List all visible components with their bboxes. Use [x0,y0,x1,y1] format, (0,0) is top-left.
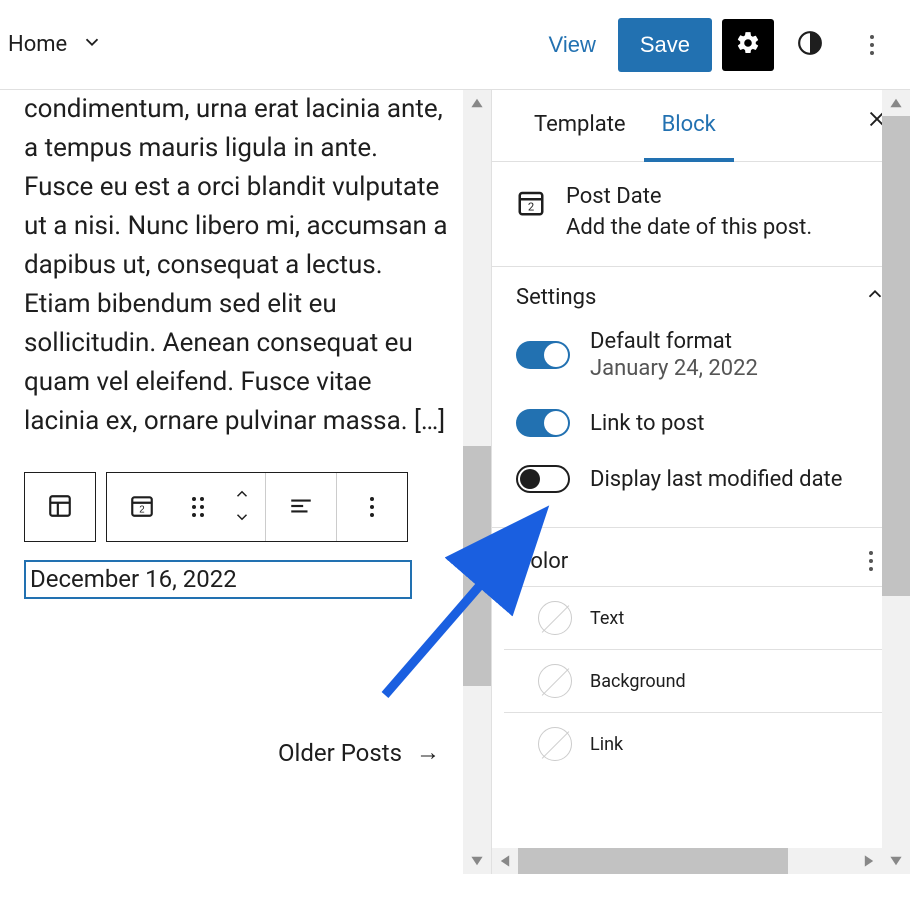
color-text-label: Text [590,608,624,629]
color-text-row[interactable]: Text [504,586,910,649]
arrow-right-icon: → [416,738,440,767]
post-date-block[interactable]: December 16, 2022 [24,560,412,599]
setting-display-modified: Display last modified date [492,451,910,507]
scroll-down-button[interactable] [882,848,910,874]
block-header: 2 Post Date Add the date of this post. [492,162,910,267]
settings-title: Settings [516,285,596,310]
scroll-thumb[interactable] [463,446,491,686]
options-button[interactable] [846,19,898,71]
settings-panel: Settings Default format January 24, 2022… [492,267,910,528]
topbar: Home View Save [0,0,910,90]
hscroll-thumb[interactable] [518,848,788,874]
home-label: Home [8,32,67,57]
chevron-down-icon [81,31,103,59]
color-swatch-empty-icon [538,727,572,761]
move-buttons[interactable] [219,473,265,541]
sidebar-hscrollbar[interactable] [492,848,882,874]
scroll-up-button[interactable] [463,90,491,116]
color-panel: Color Text Background Link [492,528,910,775]
color-background-label: Background [590,671,686,692]
topbar-actions: View Save [537,18,898,72]
scroll-up-button[interactable] [882,90,910,116]
link-to-post-label: Link to post [590,411,704,436]
color-panel-header: Color [492,528,910,586]
editor-pane: condimentum, urna erat lacinia ante, a t… [0,90,491,874]
kebab-icon [370,497,374,517]
default-format-label: Default format [590,329,758,354]
display-modified-label: Display last modified date [590,467,842,492]
sidebar-tabs: Template Block [492,90,910,162]
styles-button[interactable] [784,19,836,71]
drag-icon [192,497,204,517]
scroll-left-button[interactable] [492,848,518,874]
scroll-right-button[interactable] [856,848,882,874]
block-options-button[interactable] [337,473,407,541]
block-title: Post Date [566,184,812,209]
toggle-default-format[interactable] [516,341,570,369]
block-description: Add the date of this post. [566,215,812,240]
kebab-icon [869,551,873,571]
tab-block[interactable]: Block [644,91,734,162]
svg-text:2: 2 [139,504,144,515]
scroll-down-button[interactable] [463,848,491,874]
color-link-label: Link [590,734,623,755]
sidebar: Template Block 2 Post Date Add the date … [491,90,910,874]
color-background-row[interactable]: Background [504,649,910,712]
toggle-display-modified[interactable] [516,465,570,493]
older-posts-link[interactable]: Older Posts → [278,738,440,767]
block-type-button[interactable]: 2 [107,473,177,541]
post-body-text: condimentum, urna erat lacinia ante, a t… [24,90,452,441]
editor-scrollbar[interactable] [463,90,491,874]
parent-block-button[interactable] [25,473,95,541]
gear-icon [735,30,761,59]
toggle-link-to-post[interactable] [516,409,570,437]
tab-template[interactable]: Template [516,91,644,162]
save-button[interactable]: Save [618,18,712,72]
layout-icon [47,493,73,522]
color-title: Color [516,549,568,574]
chevron-up-icon [233,485,251,506]
older-posts-label: Older Posts [278,739,402,767]
main: condimentum, urna erat lacinia ante, a t… [0,90,910,874]
color-swatch-empty-icon [538,664,572,698]
block-toolbar: 2 [24,472,408,542]
settings-panel-toggle[interactable]: Settings [492,267,910,315]
home-dropdown[interactable]: Home [0,31,111,59]
color-swatch-empty-icon [538,601,572,635]
drag-handle[interactable] [177,473,219,541]
default-format-sub: January 24, 2022 [590,356,758,381]
chevron-down-icon [233,508,251,529]
scroll-thumb[interactable] [882,116,910,596]
post-date-icon: 2 [516,188,546,218]
setting-link-to-post: Link to post [492,395,910,451]
post-content[interactable]: condimentum, urna erat lacinia ante, a t… [0,90,460,441]
sidebar-scrollbar[interactable] [882,90,910,874]
post-date-icon: 2 [129,493,155,522]
post-date-value: December 16, 2022 [30,565,237,593]
setting-default-format: Default format January 24, 2022 [492,315,910,395]
settings-button[interactable] [722,19,774,71]
svg-text:2: 2 [528,201,534,214]
align-left-icon [288,493,314,522]
contrast-icon [797,30,823,59]
view-button[interactable]: View [537,22,608,68]
align-button[interactable] [266,473,336,541]
color-link-row[interactable]: Link [504,712,910,775]
kebab-icon [870,35,874,55]
